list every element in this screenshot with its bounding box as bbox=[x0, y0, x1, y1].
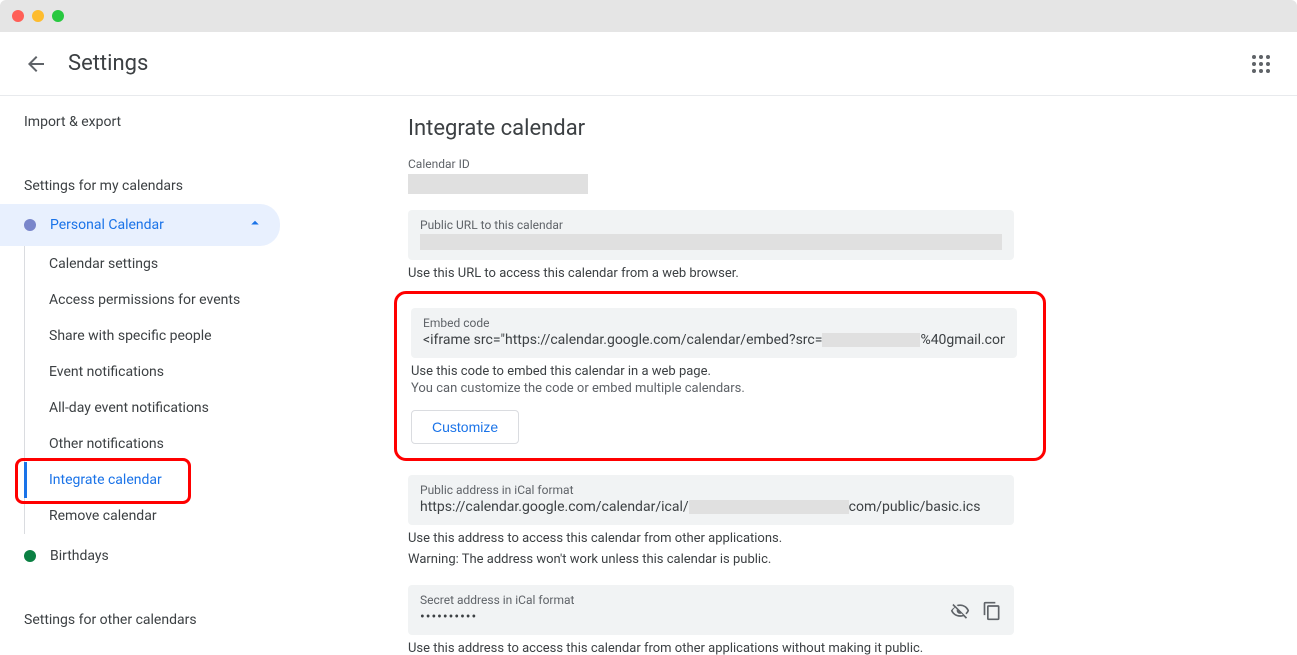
sidebar-calendar-label: Birthdays bbox=[50, 548, 109, 564]
sidebar-calendar-label: Personal Calendar bbox=[50, 217, 164, 233]
embed-code-field[interactable]: Embed code <iframe src="https://calendar… bbox=[411, 308, 1017, 358]
sidebar-heading-other-calendars: Settings for other calendars bbox=[0, 602, 280, 638]
back-button[interactable] bbox=[24, 52, 48, 76]
ical-public-value: https://calendar.google.com/calendar/ica… bbox=[420, 499, 1002, 515]
calendar-color-dot-icon bbox=[24, 550, 36, 562]
ical-secret-value: •••••••••• bbox=[420, 609, 574, 625]
ical-secret-label: Secret address in iCal format bbox=[420, 593, 574, 607]
public-url-label: Public URL to this calendar bbox=[420, 218, 1002, 232]
ical-public-help: Use this address to access this calendar… bbox=[408, 531, 1273, 546]
header: Settings bbox=[0, 32, 1297, 96]
window-titlebar bbox=[0, 0, 1297, 32]
close-icon[interactable] bbox=[12, 10, 24, 22]
page-title: Settings bbox=[68, 51, 148, 76]
section-title: Integrate calendar bbox=[408, 116, 1273, 141]
embed-code-value: <iframe src="https://calendar.google.com… bbox=[423, 332, 1005, 348]
ical-public-prefix: https://calendar.google.com/calendar/ica… bbox=[420, 499, 689, 515]
embed-help-1: Use this code to embed this calendar in … bbox=[411, 364, 1029, 379]
sidebar-sub-access-permissions[interactable]: Access permissions for events bbox=[25, 282, 280, 318]
embed-code-label: Embed code bbox=[423, 316, 1005, 330]
calendar-color-dot-icon bbox=[24, 219, 36, 231]
sidebar-heading-my-calendars: Settings for my calendars bbox=[0, 168, 280, 204]
ical-public-label: Public address in iCal format bbox=[420, 483, 1002, 497]
ical-public-suffix: com/public/basic.ics bbox=[849, 499, 981, 515]
sidebar-calendar-birthdays[interactable]: Birthdays bbox=[0, 538, 280, 574]
sidebar-sub-allday-notifications[interactable]: All-day event notifications bbox=[25, 390, 280, 426]
sidebar-sub-other-notifications[interactable]: Other notifications bbox=[25, 426, 280, 462]
ical-public-warning: Warning: The address won't work unless t… bbox=[408, 552, 1273, 567]
visibility-off-icon[interactable] bbox=[950, 601, 970, 625]
calendar-id-label: Calendar ID bbox=[408, 157, 1273, 171]
chevron-up-icon bbox=[246, 214, 264, 236]
sidebar-sub-share-people[interactable]: Share with specific people bbox=[25, 318, 280, 354]
sidebar-calendar-personal[interactable]: Personal Calendar bbox=[0, 204, 280, 246]
embed-help-2: You can customize the code or embed mult… bbox=[411, 381, 1029, 396]
sidebar-sub-integrate-calendar[interactable]: Integrate calendar bbox=[24, 462, 280, 498]
public-url-help: Use this URL to access this calendar fro… bbox=[408, 266, 1273, 281]
annotation-highlight-main-icon: Embed code <iframe src="https://calendar… bbox=[394, 291, 1046, 461]
ical-public-field[interactable]: Public address in iCal format https://ca… bbox=[408, 475, 1014, 525]
public-url-field[interactable]: Public URL to this calendar bbox=[408, 210, 1014, 260]
maximize-icon[interactable] bbox=[52, 10, 64, 22]
main-content: Integrate calendar Calendar ID Public UR… bbox=[280, 96, 1297, 655]
sidebar-sub-calendar-settings[interactable]: Calendar settings bbox=[25, 246, 280, 282]
ical-secret-field[interactable]: Secret address in iCal format •••••••••• bbox=[408, 585, 1014, 635]
ical-secret-help: Use this address to access this calendar… bbox=[408, 641, 1273, 655]
minimize-icon[interactable] bbox=[32, 10, 44, 22]
redacted-icon bbox=[822, 333, 920, 347]
copy-icon[interactable] bbox=[982, 601, 1002, 625]
sidebar: Import & export Settings for my calendar… bbox=[0, 96, 280, 655]
embed-code-suffix: %40gmail.com bbox=[920, 332, 1005, 348]
redacted-icon bbox=[689, 500, 849, 514]
sidebar-sub-remove-calendar[interactable]: Remove calendar bbox=[25, 498, 280, 534]
redacted-icon bbox=[420, 234, 1002, 250]
redacted-icon bbox=[408, 174, 588, 194]
customize-button[interactable]: Customize bbox=[411, 410, 519, 444]
sidebar-item-import-export[interactable]: Import & export bbox=[0, 104, 280, 140]
apps-launcher-button[interactable] bbox=[1241, 44, 1281, 84]
embed-code-prefix: <iframe src="https://calendar.google.com… bbox=[423, 332, 822, 348]
sidebar-sub-event-notifications[interactable]: Event notifications bbox=[25, 354, 280, 390]
